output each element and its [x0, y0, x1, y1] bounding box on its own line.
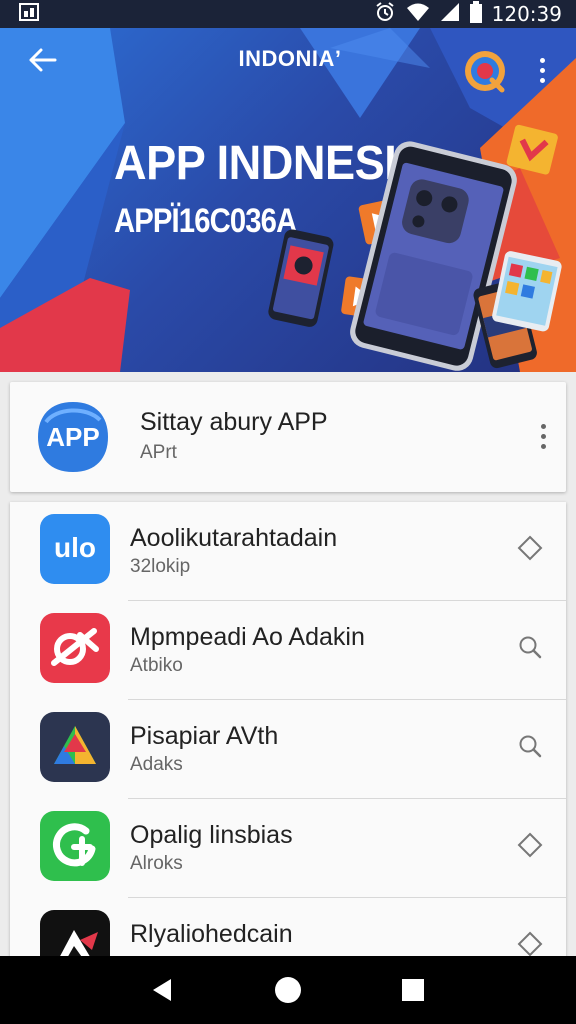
list-item[interactable]: Pisapiar AVth Adaks — [10, 700, 566, 799]
app-title: Aoolikutarahtadain — [130, 524, 338, 552]
list-item[interactable]: Mpmpeadi Ao Adakin Atbiko — [10, 601, 566, 700]
app-title: Rlyaliohedcain — [130, 920, 293, 948]
nav-home-button[interactable] — [268, 970, 308, 1010]
play-tile-icon — [506, 124, 558, 175]
battery-icon — [469, 0, 482, 28]
nav-back-button[interactable] — [143, 970, 183, 1010]
hero-illustration — [268, 124, 562, 371]
recents-square-icon — [402, 979, 425, 1001]
app-subtitle: Adaks — [130, 754, 183, 775]
featured-app-name: Sittay abury APP — [140, 408, 328, 436]
search-icon[interactable] — [514, 631, 546, 663]
app-subtitle: Alroks — [130, 853, 183, 874]
home-circle-icon — [274, 977, 301, 1003]
status-time: 120:39 — [491, 2, 562, 26]
app-icon — [40, 712, 110, 782]
featured-app-subtitle: APrt — [140, 442, 177, 463]
featured-app-more-button[interactable] — [530, 416, 556, 456]
nav-recents-button[interactable] — [393, 970, 433, 1010]
search-icon[interactable] — [514, 730, 546, 762]
app-icon — [40, 910, 110, 962]
featured-app-card[interactable]: APP Sittay abury APP APrt — [10, 382, 566, 492]
app-subtitle: Atbiko — [130, 655, 183, 676]
list-item[interactable]: Rlyaliohedcain — [10, 898, 566, 962]
featured-app-icon: APP — [36, 400, 110, 474]
app-title: Mpmpeadi Ao Adakin — [130, 623, 365, 651]
wifi-icon — [406, 2, 430, 27]
tablet-image — [492, 251, 562, 332]
small-phone-image — [268, 229, 334, 327]
app-icon — [40, 811, 110, 881]
list-item[interactable]: Opalig linsbias Alroks — [10, 799, 566, 898]
navigation-bar — [0, 956, 576, 1024]
status-bar: 120:39 — [0, 0, 576, 28]
signal-icon — [440, 2, 460, 27]
alarm-icon — [374, 1, 396, 28]
app-title: Pisapiar AVth — [130, 722, 279, 750]
app-icon — [40, 613, 110, 683]
more-vert-icon — [540, 423, 546, 429]
diamond-icon[interactable] — [514, 829, 546, 861]
app-list: ulo Aoolikutarahtadain 32lokip Mpmpeadi … — [10, 502, 566, 962]
diamond-icon[interactable] — [514, 532, 546, 564]
notification-icon — [18, 2, 40, 27]
app-icon: ulo — [40, 514, 110, 584]
back-triangle-icon — [152, 979, 171, 1001]
hero-banner: INDONIAʼ APP INDNESIA APPÏ16C036A — [0, 28, 576, 372]
app-subtitle: 32lokip — [130, 556, 191, 577]
app-icon-text: ulo — [54, 532, 96, 563]
app-title: Opalig linsbias — [130, 821, 293, 849]
featured-app-icon-text: APP — [46, 422, 100, 452]
list-item[interactable]: ulo Aoolikutarahtadain 32lokip — [10, 502, 566, 601]
